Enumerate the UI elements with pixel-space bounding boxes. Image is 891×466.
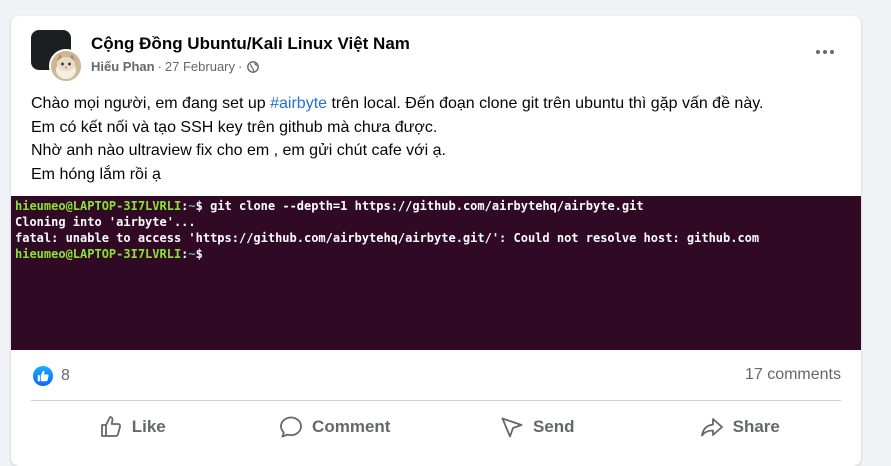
- send-icon: [501, 417, 523, 438]
- text-segment: trên local. Đến đoạn clone git trên ubun…: [327, 95, 764, 112]
- more-options-icon[interactable]: [809, 40, 841, 64]
- terminal-screenshot[interactable]: hieumeo@LAPTOP-3I7LVRLI:~$ git clone --d…: [11, 196, 861, 350]
- terminal-command: git clone --depth=1 https://github.com/a…: [202, 199, 644, 213]
- post-text-line: Em hóng lắm rồi ạ: [31, 165, 161, 183]
- text-segment: Chào mọi người, em đang set up: [31, 95, 271, 112]
- comments-count[interactable]: 17 comments: [745, 366, 841, 384]
- group-name[interactable]: Cộng Đồng Ubuntu/Kali Linux Việt Nam: [91, 34, 410, 54]
- share-label: Share: [732, 417, 780, 436]
- author-name[interactable]: Hiếu Phan: [91, 59, 155, 74]
- hashtag-link[interactable]: #airbyte: [270, 95, 327, 112]
- terminal-line: hieumeo@LAPTOP-3I7LVRLI:~$ git clone --d…: [15, 198, 861, 214]
- like-reaction-icon: [33, 366, 53, 386]
- terminal-line: Cloning into 'airbyte'...: [15, 215, 196, 229]
- post-card: Cộng Đồng Ubuntu/Kali Linux Việt Nam Hiế…: [11, 16, 861, 466]
- post-text: Chào mọi người, em đang set up #airbyte …: [31, 92, 851, 186]
- prompt-path: ~: [188, 199, 196, 213]
- comment-button[interactable]: Comment: [234, 408, 437, 446]
- reactions-summary[interactable]: 8: [33, 366, 70, 386]
- share-arrow-icon: [700, 418, 723, 437]
- like-label: Like: [131, 417, 166, 436]
- terminal-line: hieumeo@LAPTOP-3I7LVRLI:~$: [15, 246, 861, 262]
- thumbs-up-icon: [100, 416, 121, 437]
- prompt-user: hieumeo@LAPTOP-3I7LVRLI: [15, 247, 182, 261]
- meta-separator: ·: [157, 59, 162, 74]
- user-avatar[interactable]: [49, 49, 83, 83]
- comment-bubble-icon: [280, 416, 302, 438]
- terminal-line: fatal: unable to access 'https://github.…: [15, 231, 760, 245]
- send-button[interactable]: Send: [436, 408, 639, 446]
- like-button[interactable]: Like: [31, 408, 234, 446]
- action-bar: Like Comment Send Share: [31, 408, 841, 446]
- comment-label: Comment: [312, 417, 391, 436]
- divider: [31, 400, 841, 401]
- prompt-symbol: $: [195, 199, 203, 213]
- prompt-path: ~: [188, 247, 196, 261]
- cat-avatar-icon: [51, 51, 81, 81]
- post-text-line: Chào mọi người, em đang set up #airbyte …: [31, 92, 851, 116]
- prompt-symbol: $: [195, 247, 203, 261]
- post-text-line: Nhờ anh nào ultraview fix cho em , em gử…: [31, 142, 446, 159]
- post-text-line: Em có kết nối và tạo SSH key trên github…: [31, 118, 438, 136]
- prompt-user: hieumeo@LAPTOP-3I7LVRLI: [15, 199, 182, 213]
- globe-icon[interactable]: [247, 60, 260, 73]
- post-meta: Hiếu Phan · 27 February ·: [91, 59, 260, 74]
- meta-separator: ·: [238, 59, 243, 74]
- reaction-count: 8: [61, 367, 70, 384]
- send-label: Send: [532, 417, 575, 436]
- post-date[interactable]: 27 February: [165, 59, 235, 74]
- share-button[interactable]: Share: [639, 408, 842, 446]
